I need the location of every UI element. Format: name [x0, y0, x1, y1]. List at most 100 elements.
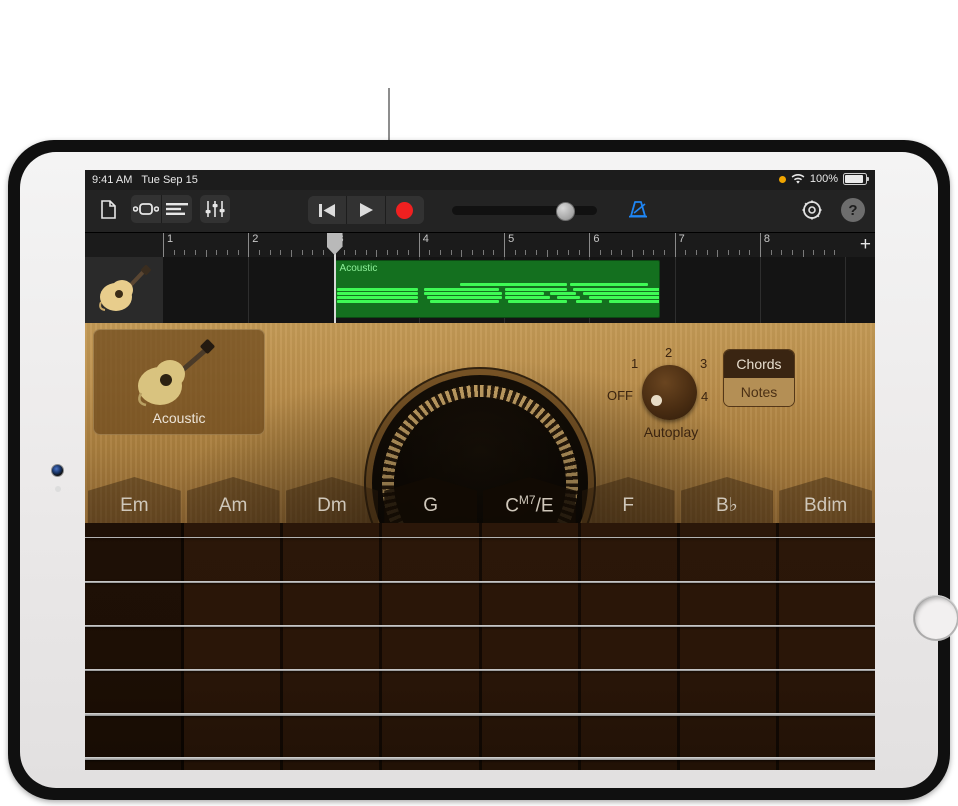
midi-note — [505, 287, 567, 291]
guitar-string-6[interactable] — [85, 757, 875, 761]
home-button[interactable] — [913, 595, 958, 641]
autoplay-title-label: Autoplay — [643, 424, 699, 440]
midi-note — [424, 291, 502, 295]
chord-button-1[interactable]: Em — [85, 477, 184, 523]
lane-gridline — [674, 257, 676, 323]
chords-mode-button[interactable]: Chords — [724, 350, 794, 378]
lane-gridline — [759, 257, 761, 323]
midi-note — [430, 300, 499, 304]
midi-note — [336, 291, 418, 295]
chord-button-2[interactable]: Am — [184, 477, 283, 523]
battery-icon — [843, 173, 869, 185]
guitar-string-3[interactable] — [85, 625, 875, 628]
notes-mode-button[interactable]: Notes — [724, 378, 794, 406]
lane-gridline — [845, 257, 847, 323]
ruler-tick — [600, 250, 601, 255]
help-button[interactable]: ? — [841, 198, 865, 222]
volume-slider-thumb[interactable] — [555, 201, 575, 221]
ruler-tick — [557, 250, 559, 255]
autoplay-label-3[interactable]: 3 — [700, 356, 707, 371]
ruler-tick — [194, 250, 196, 255]
record-icon — [396, 201, 413, 219]
ruler-tick — [322, 250, 324, 255]
track-lane-acoustic[interactable]: Acoustic — [163, 257, 875, 323]
ruler-tick — [461, 250, 463, 257]
settings-button[interactable] — [797, 196, 827, 224]
fretboard-column-1[interactable] — [85, 523, 185, 770]
ruler-tick — [610, 250, 612, 255]
autoplay-knob[interactable] — [642, 365, 697, 420]
ruler-tick — [397, 250, 399, 255]
fretboard-column-2[interactable] — [184, 523, 284, 770]
midi-note — [569, 283, 648, 287]
ruler-tick — [695, 250, 697, 255]
ruler-tick — [226, 250, 228, 255]
ruler-tick — [312, 250, 314, 255]
autoplay-label-1[interactable]: 1 — [631, 356, 638, 371]
master-volume-slider[interactable] — [451, 201, 597, 221]
midi-region-acoustic[interactable]: Acoustic — [333, 260, 660, 318]
autoplay-label-2[interactable]: 2 — [665, 345, 672, 360]
chord-button-3[interactable]: Dm — [283, 477, 382, 523]
chord-button-4[interactable]: G — [381, 477, 480, 523]
ruler-ticks — [163, 247, 875, 257]
ruler-tick — [280, 250, 282, 255]
ruler-tick — [685, 250, 687, 255]
ruler-tick — [450, 250, 452, 255]
chord-button-5[interactable]: CM7/E — [480, 477, 579, 523]
ruler-tick — [738, 250, 740, 255]
ruler-tick — [770, 250, 772, 255]
fretboard-column-5[interactable] — [482, 523, 581, 770]
status-date: Tue Sep 15 — [141, 174, 198, 186]
ruler-tick — [568, 250, 570, 255]
rewind-button[interactable] — [307, 196, 346, 224]
ruler-tick — [642, 250, 644, 255]
chords-notes-switch[interactable]: Chords Notes — [723, 349, 795, 407]
midi-note — [573, 287, 659, 291]
fretboard[interactable] — [85, 523, 875, 770]
midi-note — [505, 295, 551, 299]
ruler-tick — [525, 250, 527, 255]
chord-strip: Em Am Dm G CM7/E F B♭ Bdim — [85, 477, 875, 523]
chord-button-7[interactable]: B♭ — [678, 477, 777, 523]
guitar-string-5[interactable] — [85, 713, 875, 716]
ruler-tick — [621, 250, 623, 255]
acoustic-guitar-icon — [99, 264, 152, 311]
chord-button-6[interactable]: F — [579, 477, 678, 523]
ruler-tick — [429, 250, 431, 255]
acoustic-guitar-icon — [138, 339, 215, 407]
instrument-card-acoustic[interactable]: Acoustic — [93, 329, 265, 435]
status-bar-right: 100% — [778, 173, 869, 185]
ruler-tick — [386, 250, 388, 255]
fretboard-column-7[interactable] — [680, 523, 779, 770]
toolbar: ? — [85, 190, 875, 233]
ruler-tick — [184, 250, 186, 255]
ruler-tick — [514, 250, 516, 255]
chord-button-8[interactable]: Bdim — [776, 477, 875, 523]
track-header-acoustic[interactable] — [85, 257, 164, 323]
guitar-string-1[interactable] — [85, 537, 875, 539]
autoplay-control[interactable]: OFF 1 2 3 4 Autoplay — [607, 345, 717, 440]
metronome-button[interactable] — [623, 196, 653, 224]
ruler-tick — [727, 250, 729, 255]
midi-note — [336, 300, 418, 304]
chord-label: Bdim — [803, 495, 848, 516]
ruler-tick — [408, 250, 410, 255]
guitar-string-4[interactable] — [85, 669, 875, 672]
fretboard-column-6[interactable] — [581, 523, 680, 770]
autoplay-label-off[interactable]: OFF — [607, 388, 633, 403]
play-button[interactable] — [345, 196, 385, 224]
fretboard-column-3[interactable] — [283, 523, 383, 770]
chord-label: Am — [218, 495, 248, 516]
ruler-tick — [749, 250, 751, 255]
fretboard-column-4[interactable] — [382, 523, 482, 770]
guitar-string-2[interactable] — [85, 581, 875, 583]
record-button[interactable] — [384, 196, 424, 224]
autoplay-label-4[interactable]: 4 — [701, 389, 708, 404]
ruler-tick — [813, 250, 815, 255]
fretboard-column-8[interactable] — [779, 523, 875, 770]
midi-note — [508, 300, 567, 304]
autoplay-knob-indicator — [651, 395, 662, 406]
midi-note — [576, 300, 603, 304]
screenshot-root: 9:41 AM Tue Sep 15 100% ? + 1 2 4 5 6 7 … — [0, 0, 958, 806]
